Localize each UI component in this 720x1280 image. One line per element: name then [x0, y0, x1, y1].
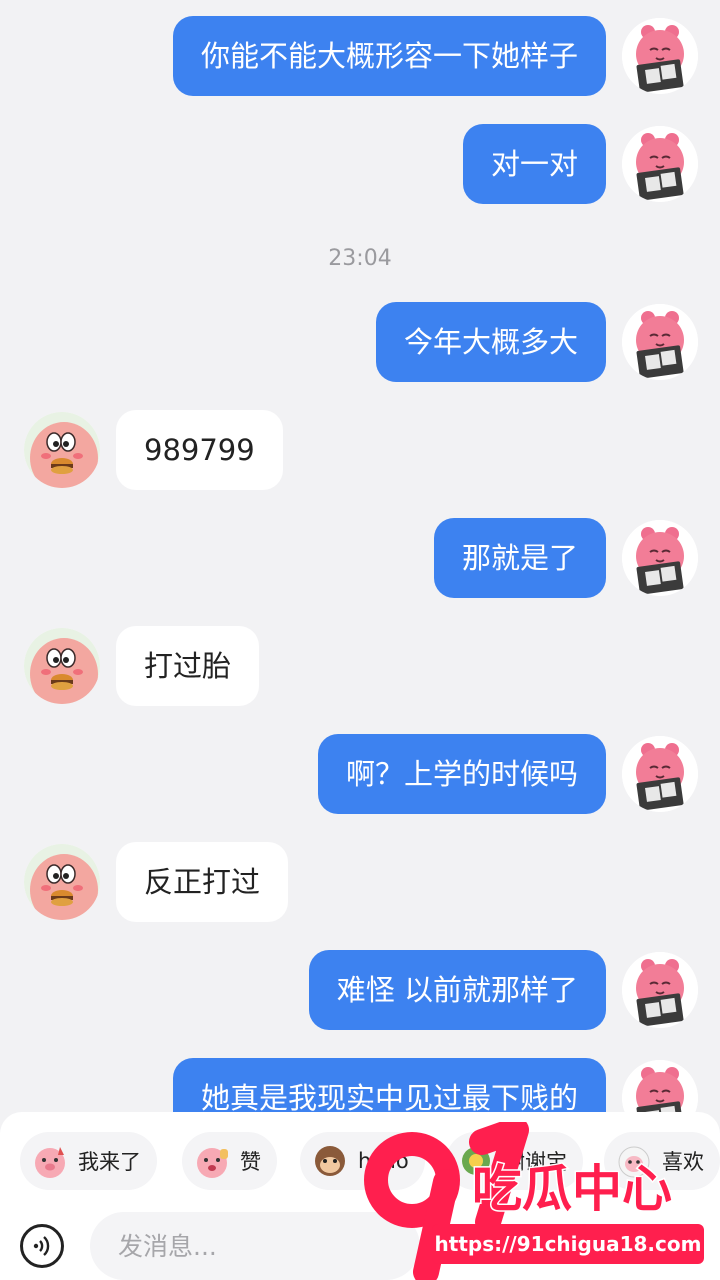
pig-sticker-icon	[35, 1147, 65, 1178]
message-row: 你能不能大概形容一下她样子	[0, 16, 720, 96]
message-row: 今年大概多大	[0, 302, 720, 382]
pink-bear-reading-icon	[622, 18, 698, 94]
contact-avatar[interactable]	[24, 412, 100, 488]
message-row: 难怪 以前就那样了	[0, 950, 720, 1030]
quick-reply-chip[interactable]: 我来了	[20, 1132, 157, 1190]
message-timestamp: 23:04	[328, 246, 392, 271]
my-message-bubble[interactable]: 你能不能大概形容一下她样子	[172, 16, 606, 96]
voice-wave-icon	[33, 1236, 50, 1256]
pink-bear-reading-icon	[622, 736, 698, 812]
chat-message-list[interactable]: 你能不能大概形容一下她样子 对一对 23:04 今年大概多大 989799 那就…	[0, 0, 720, 1112]
message-row: 她真是我现实中见过最下贱的	[0, 1058, 720, 1112]
my-avatar[interactable]	[622, 18, 698, 94]
pink-bear-reading-icon	[622, 520, 698, 596]
contact-message-bubble[interactable]: 打过胎	[116, 626, 260, 706]
message-row: 啊？上学的时候吗	[0, 734, 720, 814]
message-row: 那就是了	[0, 518, 720, 598]
pink-bear-reading-icon	[622, 126, 698, 202]
my-message-bubble[interactable]: 今年大概多大	[375, 302, 606, 382]
contact-message-bubble[interactable]: 反正打过	[116, 842, 289, 922]
my-avatar[interactable]	[622, 1060, 698, 1112]
patrick-star-burger-icon	[24, 628, 100, 704]
monkey-sticker-icon	[315, 1146, 345, 1176]
quick-reply-chip[interactable]: 赞	[182, 1132, 277, 1190]
my-message-bubble[interactable]: 对一对	[462, 124, 606, 204]
message-row: 对一对	[0, 124, 720, 204]
my-message-bubble[interactable]: 她真是我现实中见过最下贱的	[172, 1058, 606, 1112]
message-row: 反正打过	[0, 842, 720, 922]
my-avatar[interactable]	[622, 520, 698, 596]
patrick-star-burger-icon	[24, 844, 100, 920]
watermark-url: https://91chigua18.com	[432, 1224, 704, 1264]
my-message-bubble[interactable]: 啊？上学的时候吗	[317, 734, 606, 814]
message-row: 989799	[0, 410, 720, 490]
voice-input-button[interactable]	[20, 1224, 64, 1268]
pink-bear-reading-icon	[622, 304, 698, 380]
my-avatar[interactable]	[622, 126, 698, 202]
quick-reply-label: 我来了	[78, 1150, 141, 1174]
my-avatar[interactable]	[622, 952, 698, 1028]
pink-bear-reading-icon	[622, 1060, 698, 1112]
pig-thumbs-sticker-icon	[197, 1148, 228, 1178]
my-avatar[interactable]	[622, 304, 698, 380]
contact-avatar[interactable]	[24, 844, 100, 920]
watermark-logo: 吃瓜中心 https://91chigua18.com	[360, 1122, 712, 1280]
my-message-bubble[interactable]: 难怪 以前就那样了	[308, 950, 606, 1030]
patrick-star-burger-icon	[24, 412, 100, 488]
contact-message-bubble[interactable]: 989799	[116, 410, 283, 490]
my-message-bubble[interactable]: 那就是了	[433, 518, 606, 598]
quick-reply-label: 赞	[240, 1150, 261, 1174]
pink-bear-reading-icon	[622, 952, 698, 1028]
my-avatar[interactable]	[622, 736, 698, 812]
watermark-brand-text: 吃瓜中心	[472, 1160, 672, 1218]
message-row: 打过胎	[0, 626, 720, 706]
contact-avatar[interactable]	[24, 628, 100, 704]
